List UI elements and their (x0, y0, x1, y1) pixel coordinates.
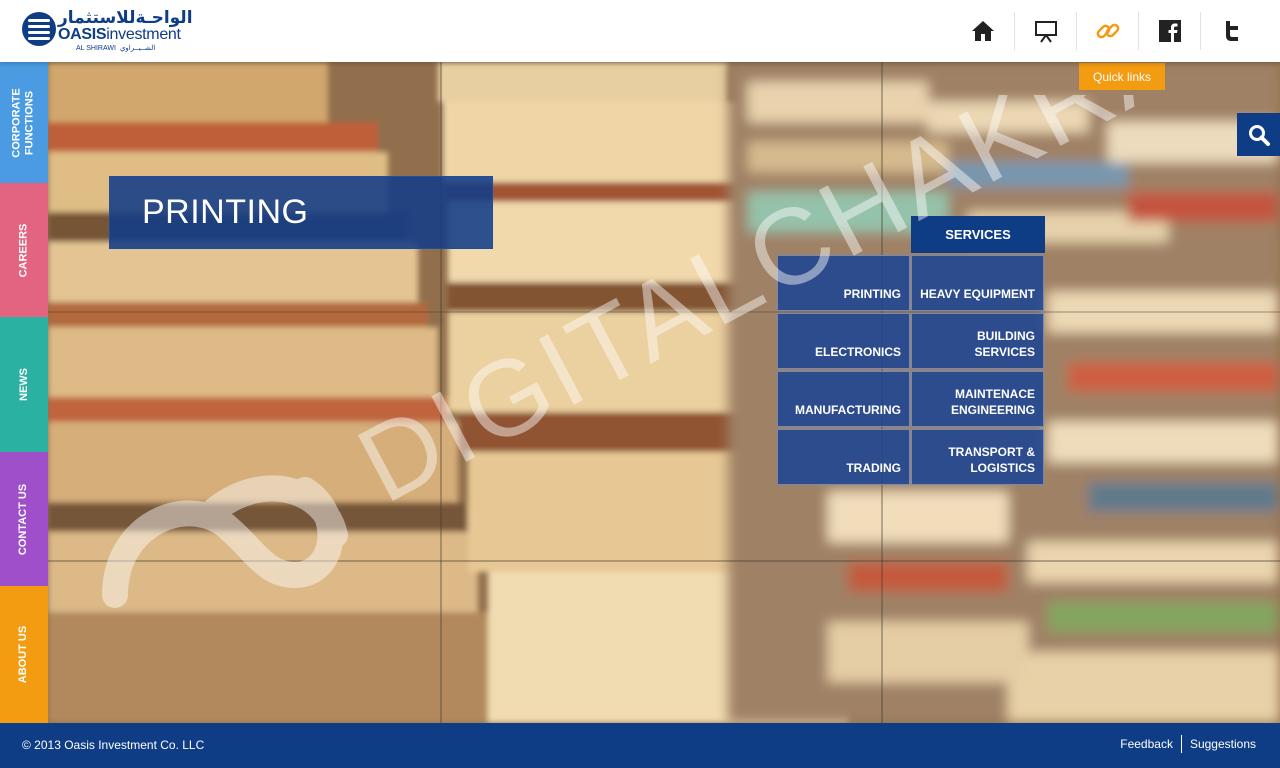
footer-links: Feedback Suggestions (1120, 735, 1256, 753)
facebook-icon (1158, 20, 1181, 42)
oasis-logo[interactable]: الواحـةللاستثمار OASISinvestment AL SHIR… (22, 8, 193, 54)
logo-name-rest: investment (106, 26, 181, 43)
link-icon (1096, 23, 1119, 39)
copyright-text: © 2013 Oasis Investment Co. LLC (22, 738, 205, 752)
footer-link-divider (1180, 735, 1182, 753)
twitter-icon (1225, 21, 1238, 41)
home-icon (972, 21, 994, 41)
service-printing[interactable]: PRINTING (777, 255, 910, 311)
side-tab-about-us[interactable]: ABOUT US (0, 586, 48, 723)
logo-arabic-text: الواحـةللاستثمار (58, 8, 193, 28)
service-building-services[interactable]: BUILDING SERVICES (911, 313, 1044, 369)
service-trading[interactable]: TRADING (777, 429, 910, 485)
logo-subtitle: AL SHIRAWI الشــيــراوي (76, 44, 155, 52)
side-tab-label: CORPORATE FUNCTIONS (11, 87, 36, 158)
page-title: PRINTING (142, 193, 309, 231)
side-navigation: CORPORATE FUNCTIONS CAREERS NEWS CONTACT… (0, 62, 48, 723)
footer: © 2013 Oasis Investment Co. LLC Feedback… (0, 723, 1280, 768)
header-icon-bar (952, 12, 1262, 50)
side-tab-label: ABOUT US (17, 625, 30, 684)
twitter-button[interactable] (1200, 12, 1262, 50)
hero-background-books (48, 62, 1280, 723)
search-button[interactable] (1237, 113, 1280, 156)
quick-link-button[interactable] (1076, 12, 1138, 50)
logo-name-bold: OASIS (58, 26, 107, 43)
suggestions-link[interactable]: Suggestions (1190, 737, 1256, 751)
side-tab-careers[interactable]: CAREERS (0, 183, 48, 317)
side-tab-label: CAREERS (17, 223, 30, 277)
services-header: SERVICES (911, 216, 1045, 253)
search-icon (1248, 124, 1270, 146)
side-tab-label: CONTACT US (17, 483, 30, 555)
service-electronics[interactable]: ELECTRONICS (777, 313, 910, 369)
header: الواحـةللاستثمار OASISinvestment AL SHIR… (0, 0, 1280, 62)
side-tab-contact-us[interactable]: CONTACT US (0, 452, 48, 586)
presentation-button[interactable] (1014, 12, 1076, 50)
side-tab-news[interactable]: NEWS (0, 317, 48, 452)
service-transport-logistics[interactable]: TRANSPORT & LOGISTICS (911, 429, 1044, 485)
quick-links-button[interactable]: Quick links (1079, 63, 1165, 90)
side-tab-corporate-functions[interactable]: CORPORATE FUNCTIONS (0, 62, 48, 183)
facebook-button[interactable] (1138, 12, 1200, 50)
presentation-icon (1034, 21, 1057, 43)
logo-sub-ar: الشــيــراوي (119, 45, 156, 52)
logo-mark-icon (22, 12, 56, 46)
logo-name: OASISinvestment (58, 26, 181, 44)
service-heavy-equipment[interactable]: HEAVY EQUIPMENT (911, 255, 1044, 311)
side-tab-label: NEWS (17, 368, 30, 401)
logo-sub-en: AL SHIRAWI (76, 45, 116, 52)
service-maintenance-engineering[interactable]: MAINTENACE ENGINEERING (911, 371, 1044, 427)
service-manufacturing[interactable]: MANUFACTURING (777, 371, 910, 427)
page-title-banner: PRINTING (109, 176, 493, 249)
home-button[interactable] (952, 12, 1014, 50)
feedback-link[interactable]: Feedback (1120, 737, 1173, 751)
books-background-image (48, 62, 1280, 723)
